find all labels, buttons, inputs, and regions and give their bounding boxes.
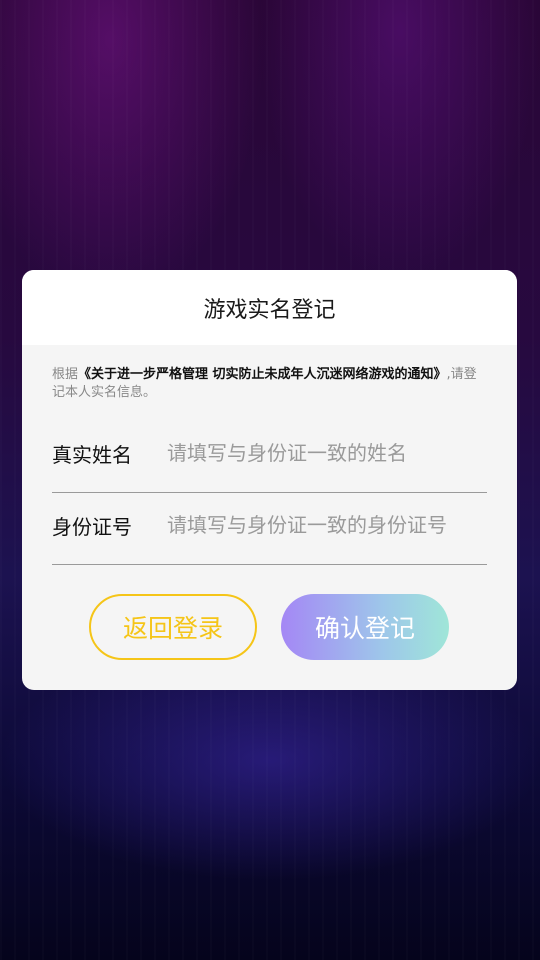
notice-text: 根据《关于进一步严格管理 切实防止未成年人沉迷网络游戏的通知》,请登记本人实名信… (52, 366, 487, 402)
dialog-header: 游戏实名登记 (22, 270, 517, 345)
real-name-dialog: 游戏实名登记 根据《关于进一步严格管理 切实防止未成年人沉迷网络游戏的通知》,请… (22, 270, 517, 690)
back-to-login-button[interactable]: 返回登录 (89, 594, 257, 660)
dialog-title: 游戏实名登记 (203, 297, 336, 323)
name-field-label: 真实姓名 (52, 442, 132, 467)
notice-policy-title: 《关于进一步严格管理 切实防止未成年人沉迷网络游戏的通知》 (78, 367, 447, 382)
id-field-label: 身份证号 (52, 514, 132, 539)
name-field-row: 真实姓名 (52, 414, 487, 493)
id-number-input[interactable] (167, 513, 487, 537)
confirm-register-button[interactable]: 确认登记 (281, 594, 449, 660)
id-field-row: 身份证号 (52, 486, 487, 565)
notice-prefix: 根据 (52, 367, 79, 382)
name-input[interactable] (167, 441, 487, 465)
